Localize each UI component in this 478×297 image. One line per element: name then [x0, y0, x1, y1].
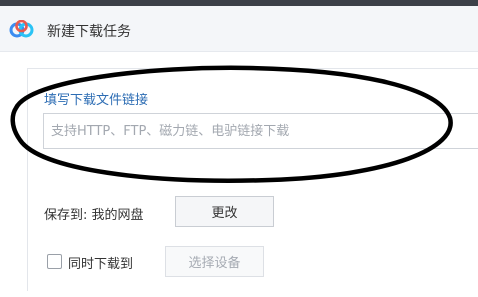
select-device-button[interactable]: 选择设备: [165, 246, 264, 277]
dialog-titlebar: 新建下载任务: [0, 6, 478, 52]
sync-download-checkbox[interactable]: [47, 254, 62, 269]
save-location-label: 保存到: 我的网盘: [44, 208, 144, 223]
sync-download-label: 同时下载到: [68, 257, 134, 272]
link-input-label: 填写下载文件链接: [44, 93, 149, 108]
download-link-input[interactable]: [43, 113, 478, 149]
dialog-title: 新建下载任务: [47, 24, 131, 40]
baidu-netdisk-logo-icon: [9, 20, 34, 38]
change-location-button[interactable]: 更改: [175, 196, 274, 227]
